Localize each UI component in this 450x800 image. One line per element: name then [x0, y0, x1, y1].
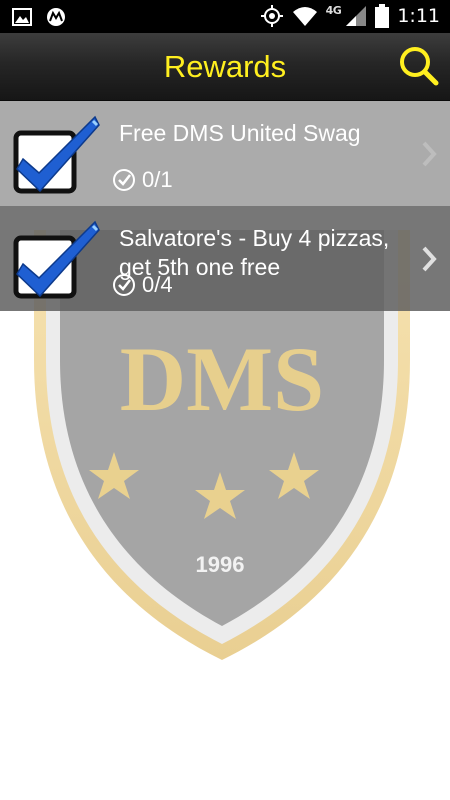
app-header: Rewards — [0, 33, 450, 101]
page-title: Rewards — [163, 49, 287, 84]
signal-icon — [346, 6, 367, 26]
wifi-icon — [292, 7, 317, 26]
motorola-icon — [47, 8, 65, 26]
checkbox-checked-icon — [13, 115, 100, 194]
reward-progress: 0/4 — [112, 272, 173, 298]
status-bar: 4G 1:11 — [0, 0, 450, 33]
search-icon — [400, 47, 439, 86]
reward-item[interactable]: Salvatore's - Buy 4 pizzas, get 5th one … — [0, 206, 450, 311]
gps-icon — [260, 5, 283, 27]
emblem-text: DMS — [120, 328, 324, 430]
search-button[interactable] — [398, 45, 440, 87]
checkbox-checked-icon — [13, 220, 100, 299]
reward-progress-value: 0/4 — [142, 272, 173, 297]
chevron-right-icon — [422, 141, 437, 167]
battery-icon — [375, 4, 390, 28]
check-circle-icon — [113, 169, 135, 191]
reward-progress-value: 0/1 — [142, 167, 173, 192]
clock: 1:11 — [397, 5, 440, 27]
check-circle-icon — [113, 274, 135, 296]
reward-title: Free DMS United Swag — [119, 120, 361, 146]
chevron-right-icon — [422, 246, 437, 272]
reward-item[interactable]: Free DMS United Swag 0/1 — [0, 101, 450, 206]
image-icon — [12, 8, 32, 26]
emblem-year: 1996 — [196, 552, 245, 577]
rewards-list: Free DMS United Swag 0/1 Salvatore's - B… — [0, 101, 450, 311]
reward-progress: 0/1 — [112, 167, 173, 193]
network-type: 4G — [325, 3, 342, 17]
